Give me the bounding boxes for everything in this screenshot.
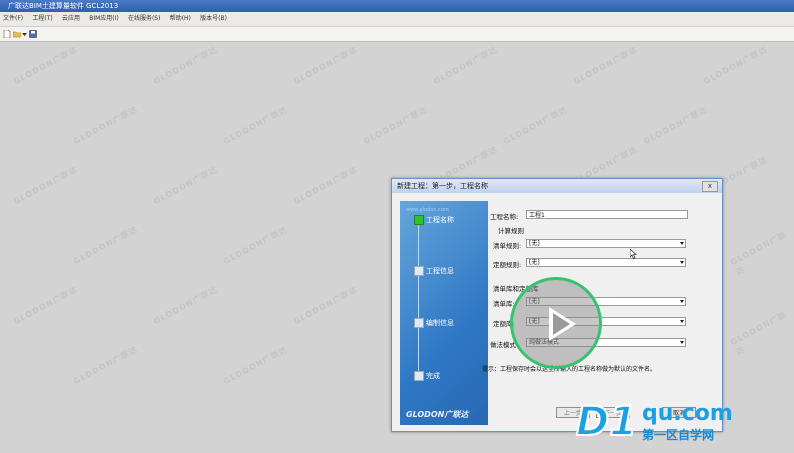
new-file-icon[interactable]: [3, 30, 11, 38]
wizard-step-label: 完成: [426, 372, 440, 380]
watermark-text: GLODON广联达: [72, 344, 140, 387]
watermark-text: GLODON广联达: [729, 229, 789, 277]
menu-bim[interactable]: BIM应用(I): [89, 12, 119, 26]
list-rule-label: 清单规则:: [493, 242, 522, 250]
project-name-input[interactable]: 工程1: [526, 210, 688, 219]
save-icon[interactable]: [29, 30, 37, 38]
step-pending-icon: [414, 371, 424, 381]
menu-online-service[interactable]: 在线服务(S): [128, 12, 161, 26]
watermark-text: GLODON广联达: [12, 44, 80, 87]
list-lib-label: 清单库:: [493, 300, 515, 308]
watermark-text: GLODON广联达: [432, 44, 500, 87]
wizard-sidebar: www.glodon.com 工程名称 工程信息 编制信息 完成 GLODON广…: [400, 201, 488, 425]
calc-rules-heading: 计算规则: [498, 227, 524, 235]
list-rule-value: [无]: [529, 240, 540, 247]
video-play-button[interactable]: [510, 277, 602, 369]
dropdown-arrow-icon[interactable]: [22, 30, 27, 38]
dialog-close-button[interactable]: x: [702, 181, 718, 192]
list-rule-select[interactable]: [无]: [526, 239, 686, 248]
play-icon-inner: [553, 313, 570, 335]
watermark-text: GLODON广联达: [292, 164, 360, 207]
watermark-text: GLODON广联达: [152, 284, 220, 327]
chevron-down-icon: [680, 300, 684, 303]
quota-rule-label: 定额规则:: [493, 261, 522, 269]
watermark-text: GLODON广联达: [72, 224, 140, 267]
step-active-icon: [414, 215, 424, 225]
dialog-titlebar: 新建工程：第一步，工程名称 x: [392, 179, 722, 193]
mouse-cursor-icon: [630, 249, 637, 259]
logo-slogan: 第一区自学网: [642, 428, 715, 442]
site-logo: D1 qu.com 第一区自学网: [575, 398, 788, 450]
chevron-down-icon: [680, 242, 684, 245]
watermark-text: GLODON广联达: [502, 104, 570, 147]
watermark-text: GLODON广联达: [12, 164, 80, 207]
toolbar: [0, 27, 794, 42]
watermark-text: GLODON广联达: [362, 104, 430, 147]
chevron-down-icon: [680, 341, 684, 344]
watermark-text: GLODON广联达: [702, 44, 770, 87]
watermark-text: GLODON广联达: [222, 224, 290, 267]
watermark-text: GLODON广联达: [12, 284, 80, 327]
menu-cloud[interactable]: 云应用: [62, 12, 80, 26]
watermark-text: GLODON广联达: [292, 44, 360, 87]
quota-rule-select[interactable]: [无]: [526, 258, 686, 267]
dialog-title: 新建工程：第一步，工程名称: [397, 182, 488, 190]
sidebar-url: www.glodon.com: [406, 207, 449, 213]
menu-version[interactable]: 版本号(B): [200, 12, 227, 26]
watermark-text: GLODON广联达: [222, 104, 290, 147]
wizard-step-label: 工程信息: [426, 267, 454, 275]
wizard-step-label: 工程名称: [426, 216, 454, 224]
step-pending-icon: [414, 266, 424, 276]
watermark-text: GLODON广联达: [72, 104, 140, 147]
watermark-text: GLODON广联达: [572, 44, 640, 87]
window-titlebar: 广联达BIM土建算量软件 GCL2013: [0, 0, 794, 12]
menu-bar: 文件(F) 工程(T) 云应用 BIM应用(I) 在线服务(S) 帮助(H) 版…: [0, 12, 794, 27]
menu-file[interactable]: 文件(F): [3, 12, 23, 26]
chevron-down-icon: [680, 320, 684, 323]
menu-project[interactable]: 工程(T): [32, 12, 52, 26]
menu-help[interactable]: 帮助(H): [170, 12, 191, 26]
project-name-label: 工程名称:: [490, 213, 519, 221]
step-pending-icon: [414, 318, 424, 328]
logo-mark: D1: [575, 398, 638, 446]
watermark-text: GLODON广联达: [292, 284, 360, 327]
watermark-text: GLODON广联达: [222, 344, 290, 387]
chevron-down-icon: [680, 261, 684, 264]
open-folder-icon[interactable]: [13, 30, 21, 38]
step-connector: [418, 219, 419, 379]
window-title: 广联达BIM土建算量软件 GCL2013: [8, 2, 119, 10]
watermark-text: GLODON广联达: [152, 44, 220, 87]
glodon-logo: GLODON广联达: [406, 410, 469, 419]
watermark-text: GLODON广联达: [152, 164, 220, 207]
watermark-text: GLODON广联达: [729, 309, 789, 357]
watermark-text: GLODON广联达: [642, 104, 710, 147]
logo-domain: qu.com: [642, 401, 733, 426]
wizard-step-label: 编制信息: [426, 319, 454, 327]
quota-rule-value: [无]: [529, 259, 540, 266]
